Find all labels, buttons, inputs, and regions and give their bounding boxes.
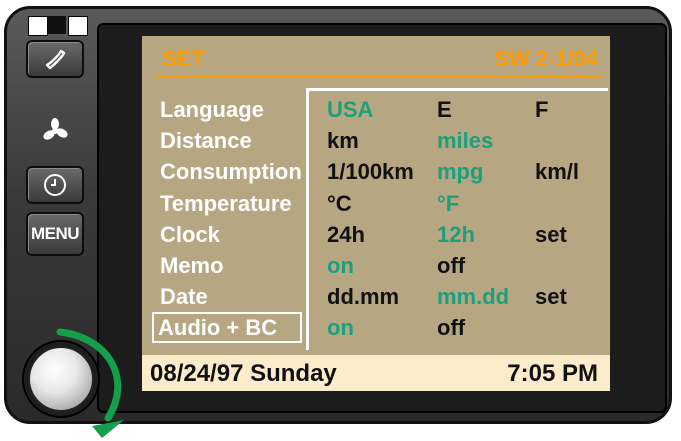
setting-options-row: 24h 12h set [309,219,608,250]
setting-option[interactable]: dd.mm [327,281,399,312]
software-version: SW 2-1/04 [494,46,598,71]
indicator-light [68,16,88,36]
setting-options-row: °C °F [309,188,608,219]
setting-label[interactable]: Distance [160,125,310,156]
setting-label[interactable]: Audio + BC [152,312,302,344]
rotary-knob[interactable] [28,346,94,412]
title-divider [156,76,602,78]
setting-option[interactable]: E [437,94,452,125]
menu-button[interactable]: MENU [26,212,84,256]
setting-option[interactable]: 1/100km [327,156,414,187]
clock-icon [44,174,66,196]
phone-button[interactable] [26,40,84,78]
setting-option[interactable]: on [327,250,354,281]
indicator-lights [26,16,90,36]
fan-icon[interactable] [40,116,70,146]
setting-option[interactable]: F [535,94,548,125]
setting-label[interactable]: Temperature [160,188,310,219]
setting-option[interactable]: 24h [327,219,365,250]
setting-option[interactable]: km [327,125,359,156]
setting-option[interactable]: set [535,219,567,250]
indicator-light [48,16,66,34]
setting-options-row: USA E F [309,94,608,125]
setting-option[interactable]: USA [327,94,373,125]
setting-option[interactable]: °F [437,188,459,219]
phone-icon [45,49,66,70]
setting-label[interactable]: Clock [160,219,310,250]
menu-button-label: MENU [30,224,80,243]
setting-label[interactable]: Consumption [160,156,310,187]
setting-option[interactable]: off [437,250,465,281]
setting-option[interactable]: set [535,281,567,312]
setting-option[interactable]: on [327,312,354,343]
setting-label[interactable]: Memo [160,250,310,281]
fan-icon-glyph [43,118,68,140]
setting-option[interactable]: °C [327,188,352,219]
setting-option[interactable]: 12h [437,219,475,250]
status-time: 7:05 PM [507,360,598,387]
title-bar: SET SW 2-1/04 [142,36,610,76]
setting-options-row: 1/100km mpg km/l [309,156,608,187]
setting-options-row: on off [309,250,608,281]
clock-button[interactable] [26,166,84,204]
setting-option[interactable]: off [437,312,465,343]
setting-option[interactable]: mpg [437,156,483,187]
screen-title: SET [162,46,205,71]
settings-options: USA E Fkm miles 1/100km mpg km/l °C °F 24h 12h set o… [306,88,608,350]
setting-label[interactable]: Date [160,281,310,312]
settings-labels: Language Distance Consumption Temperature Cl… [152,94,310,344]
setting-option[interactable]: miles [437,125,493,156]
status-date: 08/24/97 Sunday [150,360,337,387]
setting-label[interactable]: Language [160,94,310,125]
indicator-light [28,16,48,36]
display-screen: SET SW 2-1/04 Language Distance Consumptio… [142,36,610,391]
status-bar: 08/24/97 Sunday 7:05 PM [142,353,610,391]
setting-options-row: on off [309,312,608,343]
setting-options-row: dd.mm mm.dd set [309,281,608,312]
setting-option[interactable]: km/l [535,156,579,187]
setting-option[interactable]: mm.dd [437,281,509,312]
setting-options-row: km miles [309,125,608,156]
